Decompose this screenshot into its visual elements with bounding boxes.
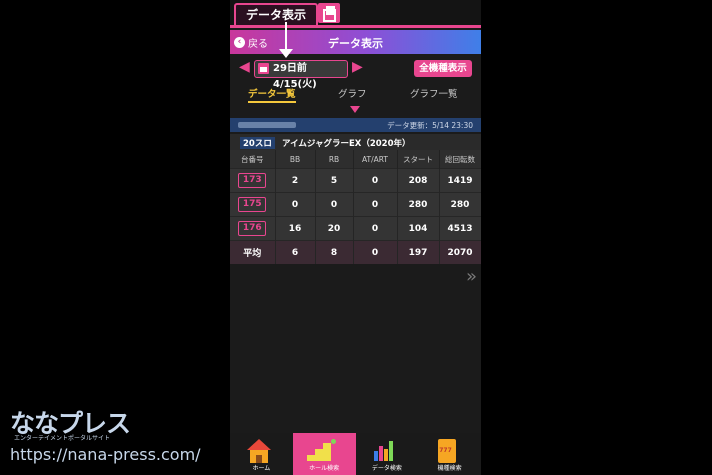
cell: 104 bbox=[397, 216, 440, 241]
cell: 208 bbox=[397, 168, 440, 193]
watermark-logo-sub: エンターテイメントポータルサイト bbox=[14, 435, 111, 442]
phone-screen: データ表示 ‹ 戻る データ表示 ◀ 29日前 4/15(火) ▶ 全機種表示 … bbox=[230, 0, 481, 475]
machine-number-button[interactable]: 176 bbox=[238, 221, 267, 236]
cell: 6 bbox=[275, 240, 316, 264]
col-header: 台番号 bbox=[230, 150, 276, 169]
col-header: BB bbox=[275, 150, 316, 169]
machine-row[interactable]: 20スロ アイムジャグラーEX（2020年） bbox=[230, 134, 481, 150]
col-header: AT/ART bbox=[353, 150, 398, 169]
date-selector[interactable]: 29日前 4/15(火) bbox=[254, 60, 348, 90]
cell: 0 bbox=[353, 168, 398, 193]
table-header-row: 台番号 BB RB AT/ART スタート 総回転数 bbox=[230, 150, 481, 169]
page-title: データ表示 bbox=[328, 37, 383, 50]
slot-machine-icon bbox=[438, 439, 457, 463]
blurred-hall-name bbox=[238, 122, 296, 128]
cell: 4513 bbox=[439, 216, 481, 241]
cell: 1419 bbox=[439, 168, 481, 193]
cell: 2070 bbox=[439, 240, 481, 264]
nav-home[interactable]: ホーム bbox=[230, 433, 293, 475]
header-bar: ‹ 戻る データ表示 bbox=[230, 30, 481, 54]
col-header: RB bbox=[315, 150, 354, 169]
cell: 280 bbox=[439, 192, 481, 217]
tab-data-list[interactable]: データ一覧 bbox=[248, 86, 296, 103]
cell: 0 bbox=[353, 240, 398, 264]
col-header: スタート bbox=[397, 150, 440, 169]
nav-label: データ検索 bbox=[371, 465, 402, 472]
sub-tabs: データ一覧 グラフ グラフ一覧 bbox=[230, 86, 481, 104]
table-row: 175 0 0 0 280 280 bbox=[230, 192, 481, 217]
all-models-button[interactable]: 全機種表示 bbox=[414, 60, 472, 77]
nav-label: 機種検索 bbox=[437, 465, 462, 472]
nav-data-search[interactable]: データ検索 bbox=[356, 433, 419, 475]
nav-label: ホール検索 bbox=[309, 465, 340, 472]
cell: 2 bbox=[275, 168, 316, 193]
cell: 20 bbox=[315, 216, 354, 241]
machine-name: アイムジャグラーEX（2020年） bbox=[282, 139, 411, 149]
date-navigation: ◀ 29日前 4/15(火) ▶ 全機種表示 bbox=[230, 56, 481, 90]
cell: 280 bbox=[397, 192, 440, 217]
tab-graph[interactable]: グラフ bbox=[338, 86, 367, 100]
copy-icon[interactable] bbox=[318, 3, 340, 23]
calendar-icon bbox=[258, 63, 269, 74]
machine-number-button[interactable]: 175 bbox=[238, 197, 267, 212]
tab-indicator-icon bbox=[350, 106, 360, 113]
update-time: データ更新：5/14 23:30 bbox=[387, 121, 473, 130]
nav-machine-search[interactable]: 機種検索 bbox=[418, 433, 481, 475]
cell: 0 bbox=[275, 192, 316, 217]
cell: 16 bbox=[275, 216, 316, 241]
cell: 5 bbox=[315, 168, 354, 193]
update-bar: データ更新：5/14 23:30 bbox=[230, 118, 481, 132]
machine-number-button[interactable]: 173 bbox=[238, 173, 267, 188]
nav-hall-search[interactable]: ホール検索 bbox=[292, 433, 356, 475]
chevron-right-icon[interactable]: » bbox=[466, 266, 477, 287]
table-row: 176 16 20 0 104 4513 bbox=[230, 216, 481, 241]
top-tab-strip: データ表示 bbox=[230, 0, 481, 28]
annotation-arrow-icon bbox=[279, 22, 293, 58]
next-day-button[interactable]: ▶ bbox=[352, 59, 363, 75]
cell: 0 bbox=[315, 192, 354, 217]
nav-label: ホーム bbox=[252, 465, 271, 472]
average-label: 平均 bbox=[230, 240, 276, 264]
table-row: 173 2 5 0 208 1419 bbox=[230, 168, 481, 193]
data-table: 台番号 BB RB AT/ART スタート 総回転数 173 2 5 0 208… bbox=[230, 150, 481, 264]
cell: 8 bbox=[315, 240, 354, 264]
tab-data-display[interactable]: データ表示 bbox=[234, 3, 318, 27]
cell: 197 bbox=[397, 240, 440, 264]
tab-graph-list[interactable]: グラフ一覧 bbox=[410, 86, 458, 100]
prev-day-button[interactable]: ◀ bbox=[239, 59, 250, 75]
cell: 0 bbox=[353, 192, 398, 217]
col-header: 総回転数 bbox=[439, 150, 481, 169]
watermark-url: https://nana-press.com/ bbox=[10, 445, 201, 464]
bottom-navigation: ホーム ホール検索 データ検索 機種検索 bbox=[230, 433, 481, 475]
average-row: 平均 6 8 0 197 2070 bbox=[230, 240, 481, 264]
cell: 0 bbox=[353, 216, 398, 241]
rate-tag: 20スロ bbox=[240, 137, 275, 149]
